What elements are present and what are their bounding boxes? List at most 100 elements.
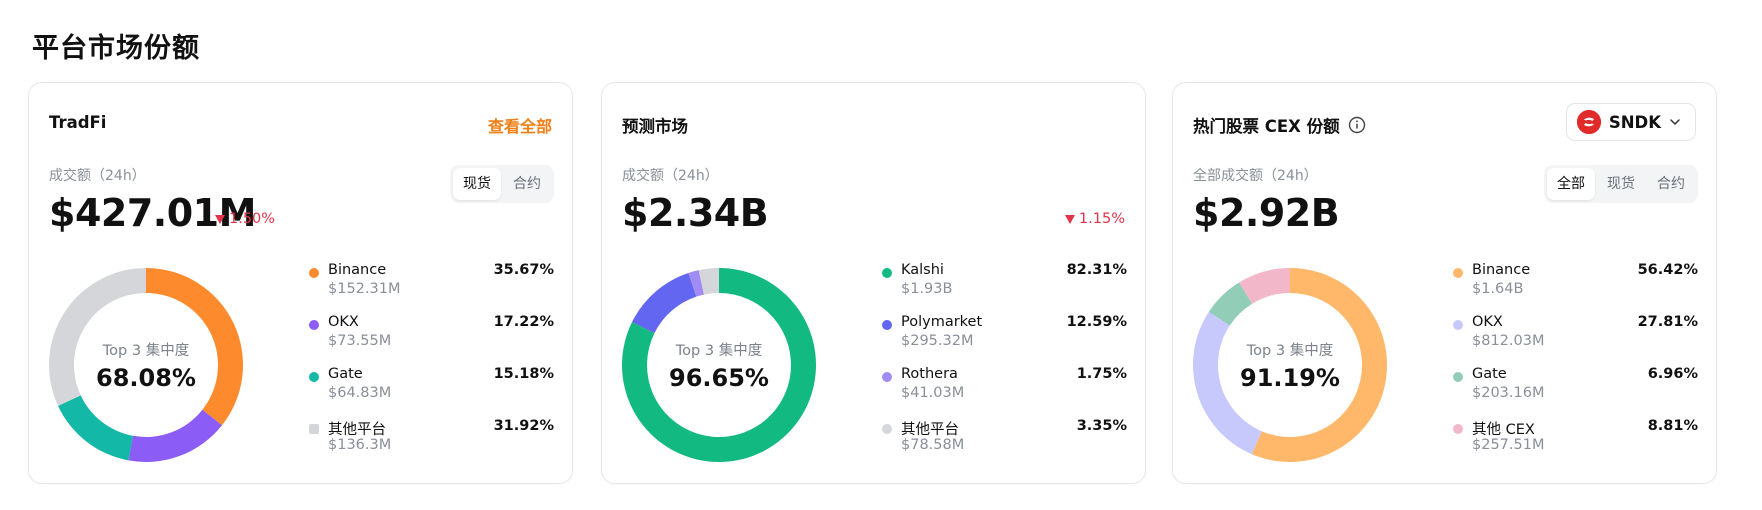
hot-stock-cex-card: 热门股票 CEX 份额 SNDK 全部成交额（24h） $2.92B 全部 现货… [1172,82,1717,484]
tradfi-card: TradFi 查看全部 成交额（24h） $427.01M 1.50% 现货 合… [28,82,573,484]
volume-label: 成交额（24h） [49,168,146,184]
legend-amount: $152.31M [328,281,401,297]
ticker-select[interactable]: SNDK [1565,103,1696,141]
legend-name: 其他平台 [901,422,959,438]
legend-dot [1453,320,1463,330]
legend-item: Rothera $41.03M 1.75% [882,364,1127,416]
legend-amount: $78.58M [901,437,965,453]
volume-value: $2.92B [1193,191,1340,235]
triangle-down-icon [1064,214,1075,224]
legend-name: Binance [328,262,387,278]
donut-value: 91.19% [1240,363,1340,392]
legend-amount: $812.03M [1472,333,1545,349]
legend-dot [1453,424,1463,434]
legend-amount: $73.55M [328,333,392,349]
legend-name: Polymarket [901,314,983,330]
legend-percent: 15.18% [493,366,554,382]
chevron-down-icon [1670,119,1680,125]
legend-dot [1453,372,1463,382]
legend: Binance $152.31M 35.67% OKX $73.55M 17.2… [309,260,554,468]
legend-name: Kalshi [901,262,944,278]
legend-amount: $136.3M [328,437,392,453]
tab-contract[interactable]: 合约 [503,168,551,200]
triangle-down-icon [215,214,225,224]
legend-amount: $64.83M [328,385,392,401]
market-type-toggle: 现货 合约 [450,165,554,203]
legend-item: 其他平台 $78.58M 3.35% [882,416,1127,468]
legend-percent: 27.81% [1637,314,1698,330]
tab-spot[interactable]: 现货 [453,168,501,200]
card-title: 热门股票 CEX 份额 [1193,113,1366,137]
tab-spot[interactable]: 现货 [1597,168,1645,200]
legend-percent: 1.75% [1076,366,1127,382]
legend-name: OKX [1472,314,1503,330]
legend-name: Gate [1472,366,1507,382]
legend-amount: $41.03M [901,385,965,401]
card-title-text: 热门股票 CEX 份额 [1193,117,1340,136]
legend-percent: 82.31% [1066,262,1127,278]
volume-change-value: 1.50% [229,211,276,227]
sndk-logo-icon [1576,110,1601,134]
legend-name: 其他 CEX [1472,422,1535,438]
legend-amount: $1.93B [901,281,953,297]
legend-name: Binance [1472,262,1531,278]
legend-dot [1453,268,1463,278]
donut-center: Top 3 集中度 91.19% [1193,268,1387,462]
donut-value: 96.65% [669,363,769,392]
legend-dot [882,320,892,330]
legend: Kalshi $1.93B 82.31% Polymarket $295.32M… [882,260,1127,468]
legend-percent: 3.35% [1076,418,1127,434]
legend-percent: 8.81% [1647,418,1698,434]
legend-amount: $1.64B [1472,281,1524,297]
legend-item: Binance $152.31M 35.67% [309,260,554,312]
legend-dot [309,268,319,278]
donut-center: Top 3 集中度 68.08% [49,268,243,462]
legend-amount: $295.32M [901,333,974,349]
legend-name: 其他平台 [328,422,386,438]
legend-dot [882,372,892,382]
legend-dot [882,268,892,278]
legend-name: Rothera [901,366,958,382]
market-type-toggle: 全部 现货 合约 [1544,165,1698,203]
card-title: TradFi [49,113,107,132]
tab-contract[interactable]: 合约 [1647,168,1695,200]
legend-item: Gate $203.16M 6.96% [1453,364,1698,416]
legend-dot [309,372,319,382]
legend-item: OKX $73.55M 17.22% [309,312,554,364]
section-title: 平台市场份额 [32,33,200,64]
legend-item: Polymarket $295.32M 12.59% [882,312,1127,364]
tab-all[interactable]: 全部 [1547,168,1595,200]
volume-label: 全部成交额（24h） [1193,168,1318,184]
legend-item: 其他 CEX $257.51M 8.81% [1453,416,1698,468]
legend-percent: 56.42% [1637,262,1698,278]
volume-value: $2.34B [622,191,769,235]
legend-item: Kalshi $1.93B 82.31% [882,260,1127,312]
view-all-link[interactable]: 查看全部 [488,113,552,137]
legend-dot [309,320,319,330]
legend-dot [882,424,892,434]
ticker-label: SNDK [1608,112,1661,132]
legend-amount: $203.16M [1472,385,1545,401]
legend: Binance $1.64B 56.42% OKX $812.03M 27.81… [1453,260,1698,468]
volume-change-value: 1.15% [1078,211,1125,227]
legend-percent: 35.67% [493,262,554,278]
card-title: 预测市场 [622,117,688,136]
donut-value: 68.08% [96,363,196,392]
legend-amount: $257.51M [1472,437,1545,453]
legend-name: OKX [328,314,359,330]
legend-percent: 6.96% [1647,366,1698,382]
volume-label: 成交额（24h） [622,168,719,184]
legend-item: Gate $64.83M 15.18% [309,364,554,416]
donut-center: Top 3 集中度 96.65% [622,268,816,462]
donut-caption: Top 3 集中度 [1246,342,1334,359]
info-icon[interactable] [1348,116,1366,134]
legend-item: OKX $812.03M 27.81% [1453,312,1698,364]
legend-dot [309,424,319,434]
legend-item: 其他平台 $136.3M 31.92% [309,416,554,468]
legend-item: Binance $1.64B 56.42% [1453,260,1698,312]
donut-caption: Top 3 集中度 [102,342,190,359]
volume-change: 1.15% [1064,211,1125,227]
volume-change: 1.50% [215,211,275,227]
prediction-market-card: 预测市场 成交额（24h） $2.34B 1.15% Top 3 集中度 96.… [601,82,1146,484]
legend-percent: 17.22% [493,314,554,330]
